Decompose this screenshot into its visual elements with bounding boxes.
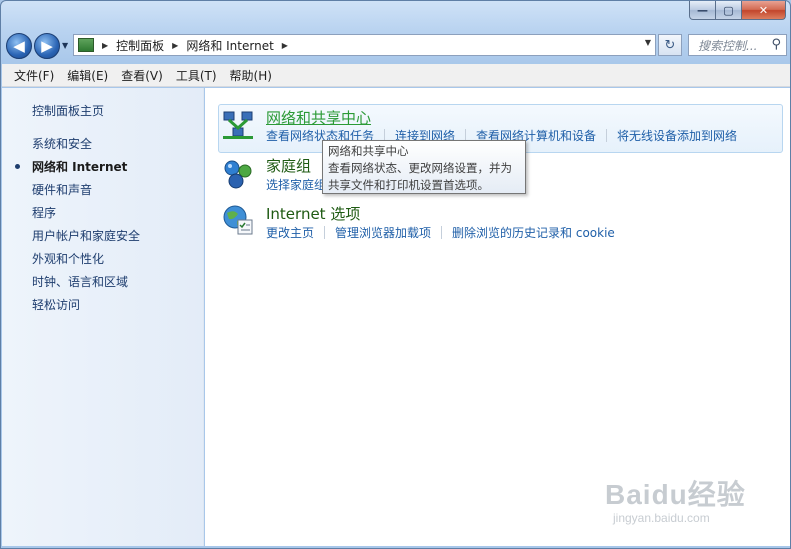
- task-divider: [441, 226, 443, 239]
- sidebar-item-hardware-sound[interactable]: 硬件和声音: [32, 181, 92, 198]
- current-item-bullet-icon: [15, 164, 20, 169]
- task-divider: [606, 129, 608, 142]
- sidebar-item-network-internet: 网络和 Internet: [32, 160, 128, 174]
- window-frame: — ▢ ✕ ◀ ▶ ▼ ▶ 控制面板 ▶ 网络和 Internet ▶ ▼ ↻ …: [0, 0, 791, 549]
- sidebar-item-ease-of-access[interactable]: 轻松访问: [32, 296, 80, 313]
- tooltip: 网络和共享中心 查看网络状态、更改网络设置，并为 共享文件和打印机设置首选项。: [322, 140, 526, 194]
- breadcrumb-separator-icon[interactable]: ▶: [282, 41, 288, 50]
- search-placeholder: 搜索控制...: [698, 38, 758, 53]
- task-divider: [324, 226, 326, 239]
- breadcrumb-control-panel[interactable]: 控制面板: [116, 37, 164, 54]
- sidebar-item-appearance[interactable]: 外观和个性化: [32, 250, 104, 267]
- task-delete-browsing-history[interactable]: 删除浏览的历史记录和 cookie: [452, 224, 615, 241]
- category-title-network-sharing-center[interactable]: 网络和共享中心: [266, 107, 371, 128]
- control-panel-icon: [78, 38, 94, 52]
- baidu-watermark: Baidu经验 jingyan.baidu.com: [605, 471, 755, 531]
- back-button[interactable]: ◀: [6, 33, 32, 59]
- sidebar-item-user-accounts[interactable]: 用户帐户和家庭安全: [32, 227, 140, 244]
- breadcrumb-network-internet[interactable]: 网络和 Internet: [186, 37, 273, 54]
- search-icon[interactable]: ⚲: [771, 37, 781, 52]
- recent-pages-dropdown[interactable]: ▼: [62, 41, 68, 50]
- category-title-homegroup[interactable]: 家庭组: [266, 155, 311, 176]
- forward-button[interactable]: ▶: [34, 33, 60, 59]
- sidebar-item-programs[interactable]: 程序: [32, 204, 56, 221]
- menu-bar: 文件(F) 编辑(E) 查看(V) 工具(T) 帮助(H): [2, 64, 790, 87]
- task-choose-homegroup[interactable]: 选择家庭组: [266, 176, 326, 193]
- menu-edit[interactable]: 编辑(E): [67, 67, 108, 84]
- watermark-url: jingyan.baidu.com: [613, 511, 710, 525]
- breadcrumb-separator-icon[interactable]: ▶: [172, 41, 178, 50]
- refresh-button[interactable]: ↻: [658, 34, 682, 56]
- tooltip-body-line1: 查看网络状态、更改网络设置，并为: [328, 161, 512, 175]
- caption-buttons: — ▢ ✕: [689, 1, 786, 20]
- breadcrumb-separator-icon[interactable]: ▶: [102, 41, 108, 50]
- network-sharing-center-icon: [223, 111, 253, 139]
- task-add-wireless-device[interactable]: 将无线设备添加到网络: [617, 127, 737, 144]
- sidebar: [2, 88, 204, 546]
- maximize-button[interactable]: ▢: [716, 1, 742, 20]
- search-input[interactable]: 搜索控制... ⚲: [688, 34, 787, 56]
- task-change-homepage[interactable]: 更改主页: [266, 224, 314, 241]
- task-row-homegroup: 选择家庭组: [266, 176, 326, 193]
- homegroup-icon: [224, 160, 252, 189]
- watermark-brand: Baidu经验: [605, 479, 746, 510]
- menu-file[interactable]: 文件(F): [14, 67, 54, 84]
- minimize-button[interactable]: —: [689, 1, 716, 20]
- tooltip-body-line2: 共享文件和打印机设置首选项。: [328, 178, 489, 192]
- menu-view[interactable]: 查看(V): [121, 67, 163, 84]
- menu-tools[interactable]: 工具(T): [176, 67, 217, 84]
- sidebar-item-clock-language[interactable]: 时钟、语言和区域: [32, 273, 128, 290]
- address-bar[interactable]: ▶ 控制面板 ▶ 网络和 Internet ▶ ▼: [73, 34, 656, 56]
- sidebar-item-control-panel-home[interactable]: 控制面板主页: [32, 102, 104, 119]
- address-dropdown-icon[interactable]: ▼: [645, 38, 651, 47]
- tooltip-title: 网络和共享中心: [328, 144, 409, 158]
- sidebar-item-system-security[interactable]: 系统和安全: [32, 135, 92, 152]
- close-button[interactable]: ✕: [742, 1, 786, 20]
- task-row-internet-options: 更改主页 管理浏览器加载项 删除浏览的历史记录和 cookie: [266, 224, 615, 241]
- internet-options-icon: [223, 205, 253, 235]
- category-title-internet-options[interactable]: Internet 选项: [266, 203, 360, 224]
- menu-help[interactable]: 帮助(H): [230, 67, 272, 84]
- task-manage-addons[interactable]: 管理浏览器加载项: [335, 224, 431, 241]
